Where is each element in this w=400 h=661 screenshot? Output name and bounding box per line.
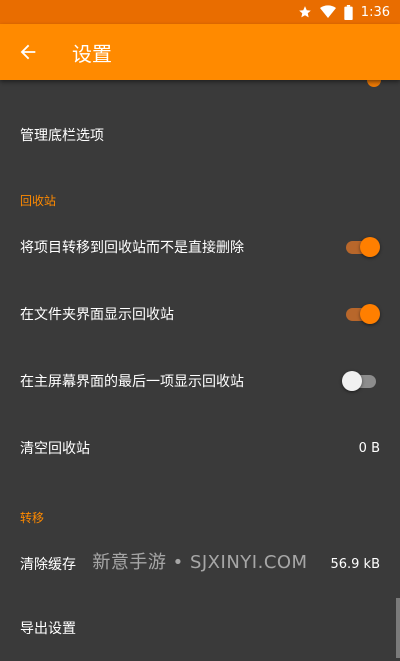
item-label: 清空回收站 xyxy=(20,441,90,457)
page-title: 设置 xyxy=(72,41,112,66)
item-label: 导出设置 xyxy=(20,621,76,637)
move-to-recycle-item[interactable]: 将项目转移到回收站而不是直接删除 xyxy=(0,214,400,280)
battery-icon xyxy=(344,4,353,20)
watermark: 新意手游 • SJXINYI.COM xyxy=(92,552,308,573)
manage-bottom-bar-item[interactable]: 管理底栏选项 xyxy=(0,102,400,168)
partial-toggle-thumb[interactable] xyxy=(367,80,381,87)
show-last-home-switch[interactable] xyxy=(342,371,380,391)
switch-thumb xyxy=(342,371,362,391)
app-bar: 设置 xyxy=(0,24,400,80)
item-label: 管理底栏选项 xyxy=(20,128,104,144)
export-settings-item[interactable]: 导出设置 xyxy=(0,596,400,660)
recycle-size: 0 B xyxy=(358,440,380,456)
item-label: 在主屏幕界面的最后一项显示回收站 xyxy=(20,374,244,390)
back-button[interactable] xyxy=(0,24,56,80)
section-recycle: 回收站 xyxy=(20,194,57,208)
empty-recycle-item[interactable]: 清空回收站 0 B xyxy=(0,415,400,481)
status-time: 1:36 xyxy=(360,4,390,20)
item-label: 在文件夹界面显示回收站 xyxy=(20,307,174,323)
move-to-recycle-switch[interactable] xyxy=(344,237,380,257)
show-in-folder-switch[interactable] xyxy=(344,304,380,324)
section-transfer: 转移 xyxy=(20,511,45,525)
status-bar: 1:36 xyxy=(0,0,400,24)
switch-thumb xyxy=(360,304,380,324)
show-last-home-item[interactable]: 在主屏幕界面的最后一项显示回收站 xyxy=(0,348,400,414)
show-in-folder-item[interactable]: 在文件夹界面显示回收站 xyxy=(0,281,400,347)
scrollbar[interactable] xyxy=(396,598,400,658)
star-icon xyxy=(298,6,311,18)
wifi-icon xyxy=(319,5,336,18)
switch-thumb xyxy=(360,237,380,257)
arrow-left-icon xyxy=(20,44,36,60)
item-label: 将项目转移到回收站而不是直接删除 xyxy=(20,240,244,256)
